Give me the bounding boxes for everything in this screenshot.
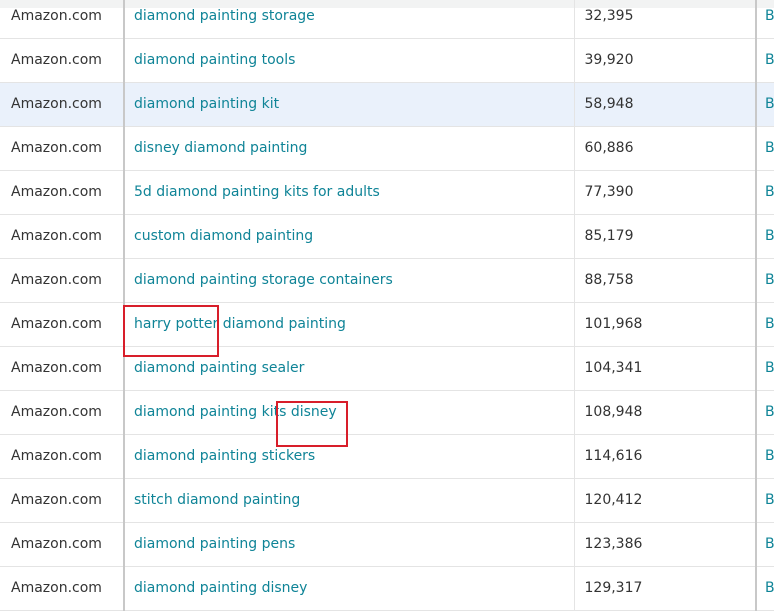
table-row: Amazon.com diamond painting kits disney …	[0, 390, 774, 435]
rank-cell: 120,412	[574, 478, 757, 523]
keyword-link[interactable]: diamond painting stickers	[134, 448, 315, 464]
source-cell: Amazon.com	[0, 566, 125, 611]
rank-cell: 58,948	[574, 82, 757, 127]
annotation-box-harry-potter	[123, 305, 219, 357]
source-cell: Amazon.com	[0, 346, 125, 391]
extra-link[interactable]: B	[765, 360, 774, 376]
extra-link[interactable]: B	[765, 492, 774, 508]
keyword-link[interactable]: diamond painting kit	[134, 96, 279, 112]
rank-cell: 123,386	[574, 522, 757, 567]
extra-link[interactable]: B	[765, 140, 774, 156]
table-row: Amazon.com diamond painting storage cont…	[0, 258, 774, 303]
table-row: Amazon.com harry potter diamond painting…	[0, 302, 774, 347]
rank-cell: 32,395	[574, 0, 757, 39]
extra-link[interactable]: B	[765, 404, 774, 420]
source-cell: Amazon.com	[0, 434, 125, 479]
source-cell: Amazon.com	[0, 302, 125, 347]
extra-link[interactable]: B	[765, 228, 774, 244]
keyword-link[interactable]: diamond painting storage containers	[134, 272, 393, 288]
table-row: Amazon.com diamond painting pens 123,386…	[0, 522, 774, 567]
rank-cell: 101,968	[574, 302, 757, 347]
table-row: Amazon.com stitch diamond painting 120,4…	[0, 478, 774, 523]
source-cell: Amazon.com	[0, 522, 125, 567]
keyword-link[interactable]: diamond painting disney	[134, 580, 307, 596]
rank-cell: 85,179	[574, 214, 757, 259]
table-row: Amazon.com disney diamond painting 60,88…	[0, 126, 774, 171]
source-cell: Amazon.com	[0, 258, 125, 303]
source-cell: Amazon.com	[0, 390, 125, 435]
keyword-link[interactable]: diamond painting storage	[134, 8, 315, 24]
keyword-link[interactable]: diamond painting sealer	[134, 360, 304, 376]
table-row: Amazon.com diamond painting storage 32,3…	[0, 0, 774, 39]
extra-link[interactable]: B	[765, 448, 774, 464]
extra-link[interactable]: B	[765, 536, 774, 552]
extra-link[interactable]: B	[765, 580, 774, 596]
table-row: Amazon.com custom diamond painting 85,17…	[0, 214, 774, 259]
extra-link[interactable]: B	[765, 316, 774, 332]
rank-cell: 39,920	[574, 38, 757, 83]
keyword-link[interactable]: disney diamond painting	[134, 140, 307, 156]
extra-link[interactable]: B	[765, 272, 774, 288]
table-row: Amazon.com diamond painting sealer 104,3…	[0, 346, 774, 391]
source-cell: Amazon.com	[0, 38, 125, 83]
keyword-link[interactable]: diamond painting tools	[134, 52, 295, 68]
keyword-table: Amazon.com diamond painting storage 32,3…	[0, 0, 774, 611]
source-cell: Amazon.com	[0, 170, 125, 215]
rank-cell: 108,948	[574, 390, 757, 435]
extra-link[interactable]: B	[765, 184, 774, 200]
rank-cell: 104,341	[574, 346, 757, 391]
source-cell: Amazon.com	[0, 82, 125, 127]
source-cell: Amazon.com	[0, 478, 125, 523]
table-row-highlighted: Amazon.com diamond painting kit 58,948 B	[0, 82, 774, 127]
rank-cell: 60,886	[574, 126, 757, 171]
rank-cell: 77,390	[574, 170, 757, 215]
rank-cell: 129,317	[574, 566, 757, 611]
table-row: Amazon.com diamond painting tools 39,920…	[0, 38, 774, 83]
keyword-link[interactable]: 5d diamond painting kits for adults	[134, 184, 380, 200]
annotation-box-disney	[276, 401, 348, 447]
keyword-link[interactable]: stitch diamond painting	[134, 492, 300, 508]
table-row: Amazon.com diamond painting stickers 114…	[0, 434, 774, 479]
source-cell: Amazon.com	[0, 0, 125, 39]
table-row: Amazon.com 5d diamond painting kits for …	[0, 170, 774, 215]
extra-link[interactable]: B	[765, 96, 774, 112]
table-row: Amazon.com diamond painting disney 129,3…	[0, 566, 774, 611]
keyword-link[interactable]: custom diamond painting	[134, 228, 313, 244]
source-cell: Amazon.com	[0, 126, 125, 171]
keyword-link[interactable]: diamond painting pens	[134, 536, 295, 552]
extra-link[interactable]: B	[765, 52, 774, 68]
source-cell: Amazon.com	[0, 214, 125, 259]
rank-cell: 88,758	[574, 258, 757, 303]
extra-link[interactable]: B	[765, 8, 774, 24]
rank-cell: 114,616	[574, 434, 757, 479]
